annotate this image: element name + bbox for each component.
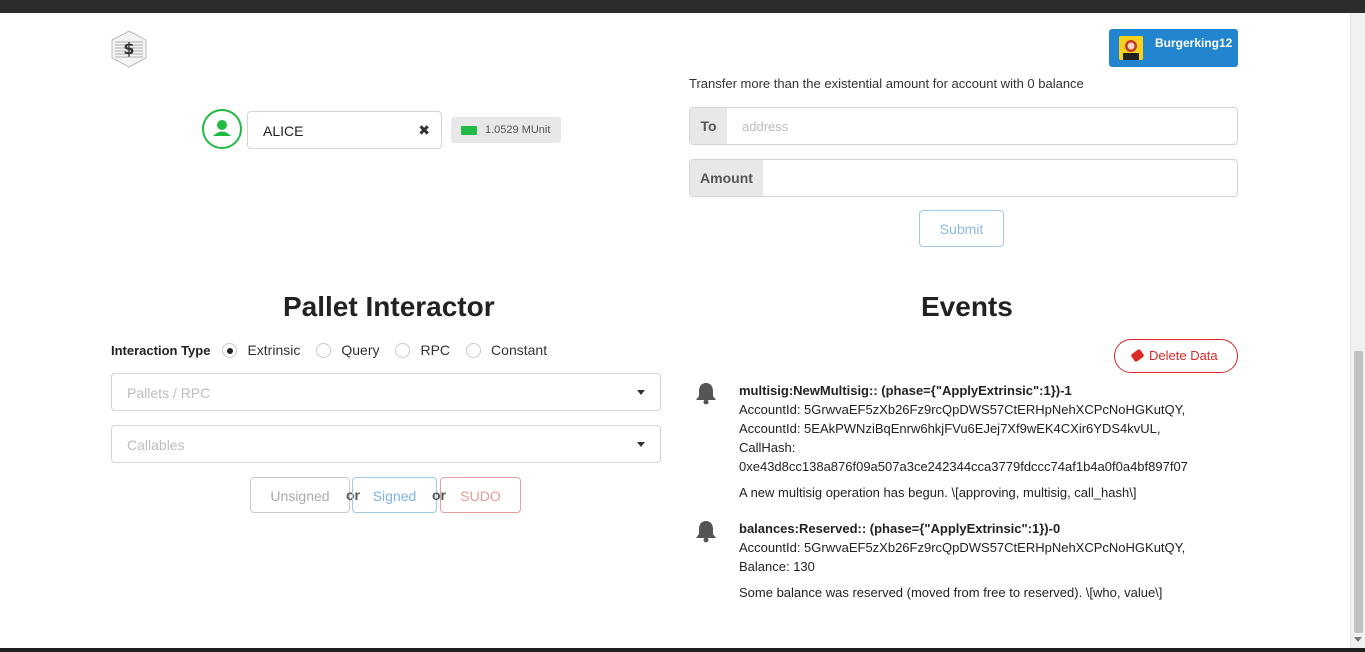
submit-button[interactable]: Submit [919,210,1004,247]
signed-button[interactable]: Signed [352,477,437,513]
radio-checked-icon[interactable] [222,342,238,358]
user-name: Burgerking12 [1155,36,1233,50]
user-avatar-icon [1119,36,1143,60]
dropdown-caret-icon [637,442,645,447]
bell-icon [695,519,717,543]
radio-extrinsic-label: Extrinsic [247,342,301,358]
radio-unchecked-icon[interactable] [316,342,332,358]
page-scrollbar[interactable] [1350,13,1365,648]
interaction-type-group: Interaction Type Extrinsic Query RPC Con… [111,341,563,359]
interaction-type-label: Interaction Type [111,342,211,358]
radio-rpc[interactable]: RPC [395,342,450,358]
to-address-field[interactable]: To address [689,107,1238,145]
bell-icon [695,381,717,405]
user-account-badge[interactable]: Burgerking12 [1109,29,1238,67]
radio-constant-label: Constant [491,342,548,358]
event-title: balances:Reserved:: (phase={"ApplyExtrin… [739,521,1061,536]
event-item: balances:Reserved:: (phase={"ApplyExtrin… [695,519,1240,602]
event-description: A new multisig operation has begun. \[ap… [739,485,1137,500]
scroll-down-arrow-icon[interactable] [1354,637,1362,642]
money-bill-icon [461,126,477,135]
radio-query[interactable]: Query [316,342,379,358]
event-line: AccountId: 5GrwvaEF5zXb26Fz9rcQpDWS57CtE… [739,540,1186,555]
pallets-rpc-placeholder: Pallets / RPC [127,385,211,401]
account-select-dropdown[interactable]: ALICE ✖ [247,111,442,149]
event-description: Some balance was reserved (moved from fr… [739,585,1163,600]
to-address-input[interactable]: address [742,119,788,134]
account-balance-value: 1.0529 MUnit [485,124,551,136]
unsigned-button[interactable]: Unsigned [250,477,350,513]
radio-unchecked-icon[interactable] [466,342,482,358]
amount-label: Amount [690,160,763,196]
pallet-interactor-heading: Pallet Interactor [283,291,495,322]
amount-field[interactable]: Amount [689,159,1238,197]
scrollbar-thumb[interactable] [1354,351,1363,633]
event-line: 0xe43d8cc138a876f09a507a3ce242344cca3779… [739,459,1188,474]
pallets-rpc-dropdown[interactable]: Pallets / RPC [111,373,661,411]
callables-dropdown[interactable]: Callables [111,425,661,463]
radio-rpc-label: RPC [420,342,451,358]
to-label: To [690,108,727,144]
svg-text:$: $ [123,39,134,58]
account-user-icon [202,109,242,149]
event-item: multisig:NewMultisig:: (phase={"ApplyExt… [695,381,1240,502]
account-selected-value: ALICE [263,123,304,139]
radio-unchecked-icon[interactable] [395,342,411,358]
delete-data-label: Delete Data [1149,348,1218,363]
window-bottom-edge [0,648,1365,652]
eraser-icon [1130,348,1145,363]
radio-constant[interactable]: Constant [466,342,547,358]
event-title: multisig:NewMultisig:: (phase={"ApplyExt… [739,383,1072,398]
radio-query-label: Query [341,342,380,358]
event-line: Balance: 130 [739,559,815,574]
sudo-button[interactable]: SUDO [440,477,521,513]
callables-placeholder: Callables [127,437,185,453]
browser-bookmarks-bar [0,0,1365,13]
event-line: AccountId: 5EAkPWNziBqEnrw6hkjFVu6EJej7X… [739,421,1161,436]
events-heading: Events [921,291,1013,322]
substrate-logo-icon[interactable]: $ [111,30,147,68]
event-line: AccountId: 5GrwvaEF5zXb26Fz9rcQpDWS57CtE… [739,402,1186,417]
event-line: CallHash: [739,440,796,455]
account-balance-label: 1.0529 MUnit [451,117,562,143]
transfer-note: Transfer more than the existential amoun… [689,76,1084,91]
radio-extrinsic[interactable]: Extrinsic [222,342,300,358]
delete-data-button[interactable]: Delete Data [1114,339,1238,373]
dropdown-caret-icon [637,390,645,395]
clear-selection-icon[interactable]: ✖ [418,122,430,139]
